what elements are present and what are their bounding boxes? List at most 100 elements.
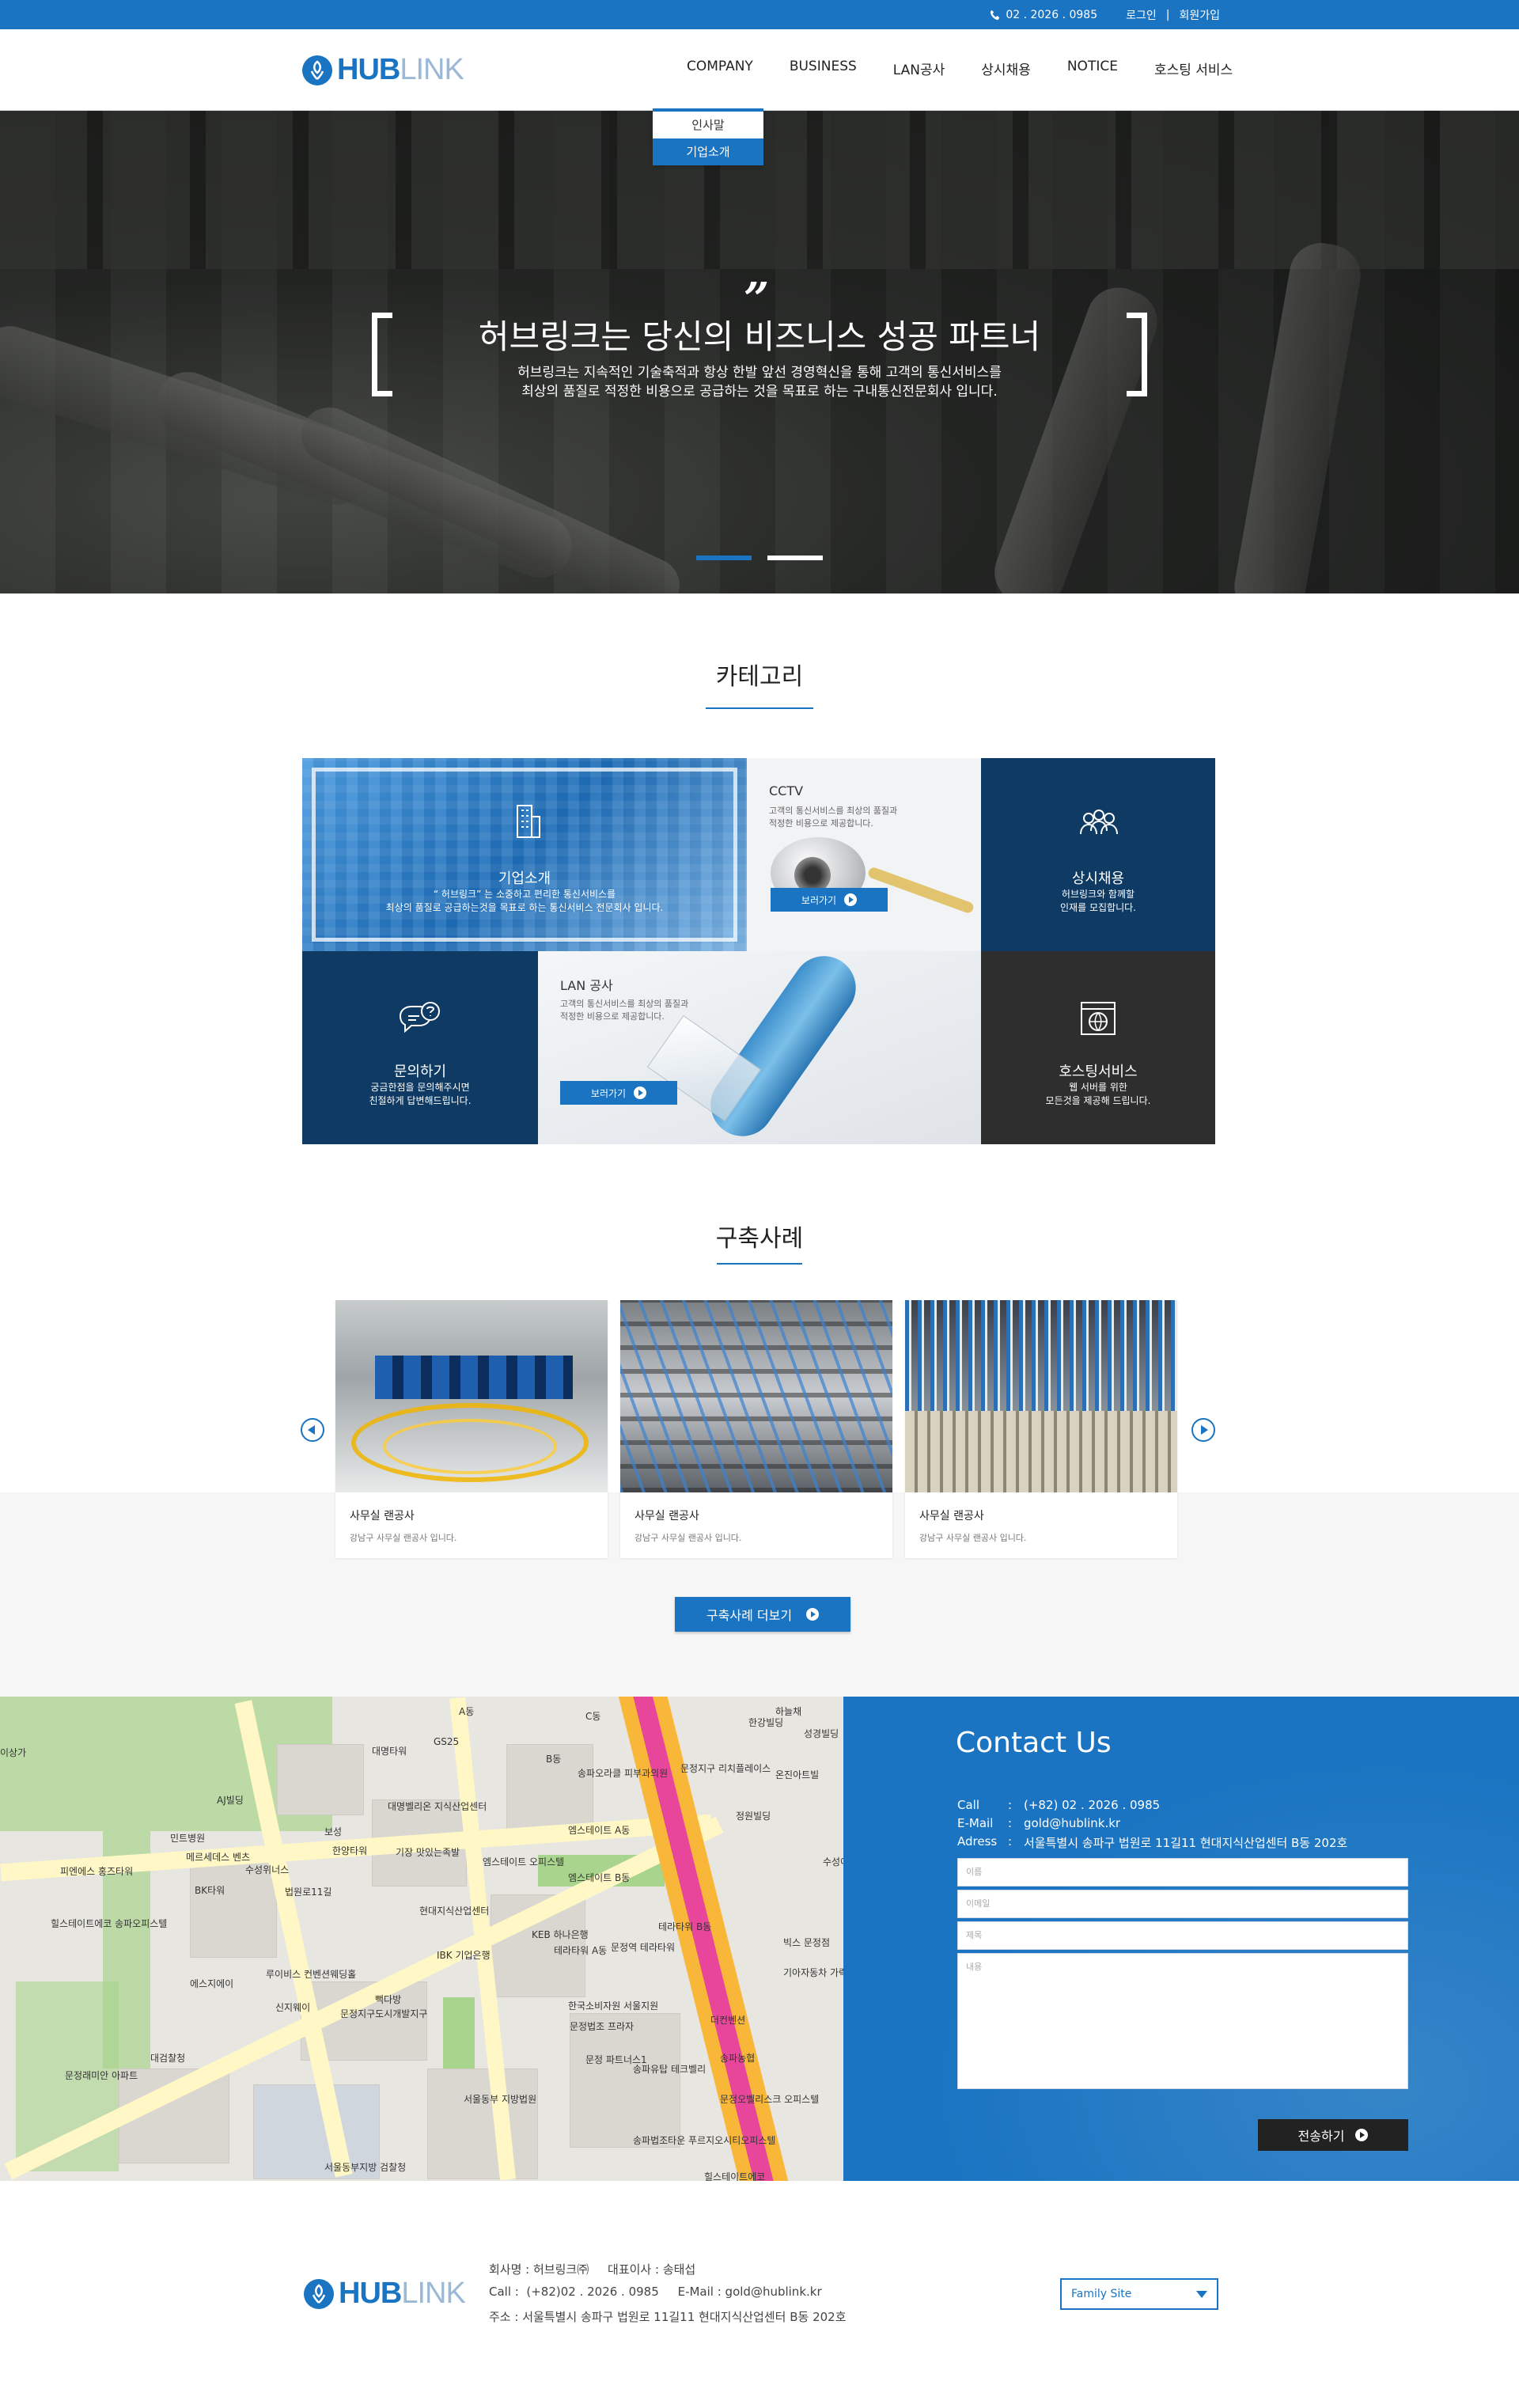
map-label: GS25 [434, 1736, 460, 1747]
cases-section-title: 구축사례 [715, 1225, 804, 1253]
dropdown-item-greeting[interactable]: 인사말 [653, 112, 763, 138]
address-value: 서울특별시 송파구 법원로 11길11 현대지식산업센터 B동 202호 [1024, 1836, 1348, 1850]
cases-prev-arrow[interactable] [301, 1418, 324, 1442]
logo[interactable]: HUBLINK [302, 53, 464, 87]
map-label: 한국소비자원 서울지원 [568, 2000, 659, 2012]
email-field[interactable]: 이메일 [957, 1890, 1408, 1918]
header: HUBLINK COMPANY BUSINESS LAN공사 상시채용 NOTI… [0, 29, 1519, 111]
map-label: 서울동부지방 검찰청 [324, 2162, 407, 2173]
map-label: A동 [459, 1706, 475, 1717]
category-section-title: 카테고리 [715, 663, 804, 691]
company-frame [312, 768, 737, 942]
map-label: 대명타워 [372, 1746, 407, 1757]
company-cell-title: 기업소개 [498, 870, 551, 887]
signup-link[interactable]: 회원가입 [1179, 7, 1220, 23]
recruit-desc2: 인재를 모집합니다. [1060, 902, 1136, 913]
map-label: 보성 [324, 1826, 343, 1837]
map-label: 법원로11길 [285, 1887, 332, 1898]
people-icon [1080, 810, 1118, 835]
cctv-view-button[interactable]: 보러가기 [771, 888, 888, 912]
map-label: 문정지구도시개발지구 [340, 2008, 428, 2019]
category-hosting[interactable]: 호스팅서비스 웹 서버를 위한 모든것을 제공해 드립니다. [981, 951, 1215, 1144]
top-bar: 02 . 2026 . 0985 로그인 | 회원가입 [0, 0, 1519, 29]
dropdown-item-about[interactable]: 기업소개 [653, 138, 763, 165]
logo-mark-icon [302, 55, 332, 85]
map-label: 루이비스 컨벤션웨딩홀 [266, 1969, 357, 1980]
map-label: 송파유탑 테크벨리 [633, 2064, 706, 2075]
hero-banner: ” 허브링크는 당신의 비즈니스 성공 파트너 허브링크는 지속적인 기술축적과… [0, 111, 1519, 593]
hosting-title: 호스팅서비스 [1059, 1064, 1138, 1080]
case-desc: 강남구 사무실 랜공사 입니다. [350, 1533, 457, 1543]
lan-view-button[interactable]: 보러가기 [560, 1081, 677, 1105]
login-link[interactable]: 로그인 [1126, 7, 1157, 23]
map-label: 문정법조 프라자 [570, 2021, 634, 2032]
hero-desc-line2: 최상의 품질로 적정한 비용으로 공급하는 것을 목표로 하는 구내통신전문회사… [521, 384, 998, 400]
map-label: 신지웨이 [275, 2002, 311, 2013]
contact-title: Contact Us [956, 1727, 1112, 1759]
slider-dot-active[interactable] [696, 556, 752, 560]
case-title: 사무실 랜공사 [634, 1510, 699, 1523]
call-value: (+82) 02 . 2026 . 0985 [1024, 1798, 1161, 1812]
map-label: 대명벨리온 지식산업센터 [388, 1801, 487, 1812]
map-label: 기장 맛있는족발 [396, 1847, 460, 1858]
contact-call-row: Call: (+82) 02 . 2026 . 0985 [957, 1798, 1160, 1812]
nav-lan[interactable]: LAN공사 [875, 59, 964, 78]
map-label: 정원빌딩 [736, 1811, 771, 1822]
name-field[interactable]: 이름 [957, 1858, 1408, 1887]
case-image-server [620, 1300, 892, 1492]
send-button[interactable]: 전송하기 [1258, 2119, 1408, 2151]
play-icon [806, 1608, 820, 1621]
category-inquiry[interactable]: 문의하기 궁금한점을 문의해주시면 친절하게 답변해드립니다. [302, 951, 538, 1144]
map-label: KEB 하나은행 [532, 1929, 589, 1940]
nav-business[interactable]: BUSINESS [771, 59, 875, 78]
map-label: 테라타워 A동 [554, 1945, 608, 1956]
chat-question-icon [399, 1002, 440, 1033]
category-title-underline [706, 707, 813, 709]
recruit-desc1: 허브링크와 함께할 [1061, 889, 1135, 900]
category-recruit[interactable]: 상시채용 허브링크와 함께할 인재를 모집합니다. [981, 758, 1215, 951]
nav-notice[interactable]: NOTICE [1049, 59, 1136, 78]
case-card[interactable]: 사무실 랜공사 강남구 사무실 랜공사 입니다. [335, 1300, 608, 1558]
map-label: 엠스테이트 B동 [568, 1872, 631, 1883]
slider-dot[interactable] [767, 556, 823, 560]
footer-logo[interactable]: HUBLINK [304, 2277, 466, 2311]
cases-next-arrow[interactable] [1191, 1418, 1215, 1442]
cases-more-button[interactable]: 구축사례 더보기 [675, 1597, 850, 1632]
phone-icon [991, 9, 1000, 20]
cctv-view-button-label: 보러가기 [801, 894, 837, 906]
map-label: 한강빌딩 [748, 1717, 784, 1728]
web-globe-icon [1081, 1002, 1116, 1035]
category-company[interactable]: 기업소개 “ 허브링크” 는 소중하고 편리한 통신서비스를 최상의 품질로 공… [302, 758, 747, 951]
cctv-desc1: 고객의 통신서비스를 최상의 품질과 [769, 806, 898, 816]
category-cctv[interactable]: CCTV 고객의 통신서비스를 최상의 품질과 적정한 비용으로 제공합니다. … [747, 758, 981, 951]
map-label: 더컨벤션 [710, 2015, 746, 2026]
main-nav: COMPANY BUSINESS LAN공사 상시채용 NOTICE 호스팅 서… [669, 59, 1251, 78]
family-site-select[interactable]: Family Site [1060, 2278, 1218, 2310]
colon: : [1008, 1834, 1013, 1849]
map-label: 엠스테이트 오피스텔 [483, 1856, 565, 1868]
map-label: 에스지에이 [190, 1978, 234, 1989]
category-lan[interactable]: LAN 공사 고객의 통신서비스를 최상의 품질과 적정한 비용으로 제공합니다… [538, 951, 981, 1144]
recruit-title: 상시채용 [1071, 870, 1125, 887]
case-card[interactable]: 사무실 랜공사 강남구 사무실 랜공사 입니다. [620, 1300, 892, 1558]
case-card[interactable]: 사무실 랜공사 강남구 사무실 랜공사 입니다. [905, 1300, 1177, 1558]
case-title: 사무실 랜공사 [350, 1510, 415, 1523]
map-label: 피엔에스 홍즈타워 [60, 1866, 134, 1877]
location-map[interactable]: 대명타워 A동 B동 C동 GS25 송파오라클 피부과의원 하늘채 현대지식산업센터 AJ빌딩… [0, 1697, 843, 2181]
map-label: 송파농협 [720, 2053, 756, 2064]
hero-title: 허브링크는 당신의 비즈니스 성공 파트너 [478, 317, 1041, 356]
address-label: Adress [957, 1834, 998, 1849]
map-label: 대검찰청 [150, 2053, 186, 2064]
cctv-desc2: 적정한 비용으로 제공합니다. [769, 818, 873, 829]
nav-recruit[interactable]: 상시채용 [963, 59, 1049, 78]
hosting-desc1: 웹 서버를 위한 [1069, 1082, 1127, 1093]
subject-field[interactable]: 제목 [957, 1921, 1408, 1950]
call-label: Call [957, 1798, 980, 1812]
nav-company[interactable]: COMPANY [669, 59, 771, 78]
nav-hosting[interactable]: 호스팅 서비스 [1136, 59, 1251, 78]
map-label: 성경빌딩 [804, 1728, 839, 1739]
lan-desc2: 적정한 비용으로 제공합니다. [560, 1011, 665, 1022]
family-site-label: Family Site [1071, 2288, 1132, 2300]
hero-desc-line1: 허브링크는 지속적인 기술축적과 항상 한발 앞선 경영혁신을 통해 고객의 통… [517, 365, 1002, 381]
message-field[interactable]: 내용 [957, 1953, 1408, 2089]
